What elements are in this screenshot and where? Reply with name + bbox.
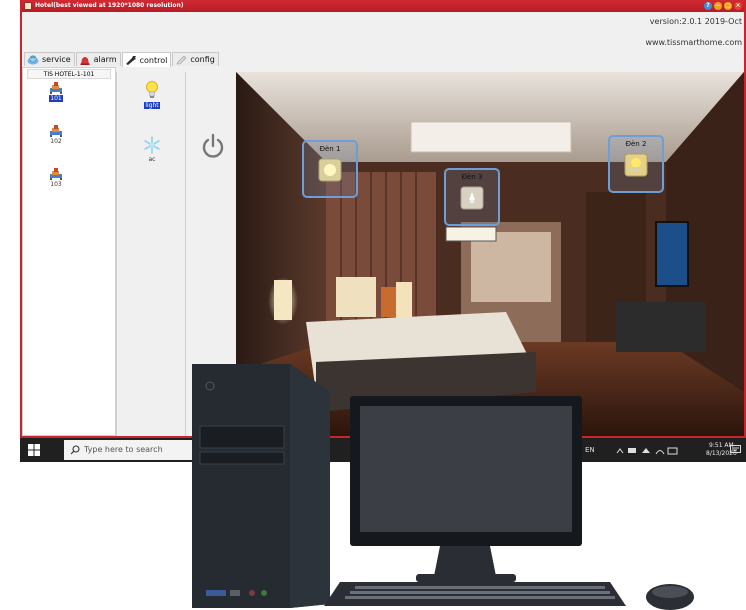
power-icon [202,133,224,158]
room-103[interactable]: 103 [41,168,71,188]
device-light[interactable]: light [137,80,167,109]
search-placeholder: Type here to search [84,445,163,454]
minimize-button[interactable]: − [714,2,722,10]
search-icon [70,445,80,455]
lamp-2-button[interactable]: Đèn 2 [608,135,664,193]
earth-icon [27,54,39,65]
help-icon[interactable]: ? [704,2,712,10]
hotel-header: TIS HOTEL-1-101 [27,69,111,79]
room-101[interactable]: 101 [41,82,71,102]
tab-label: alarm [93,55,117,64]
lamp-off-icon [460,186,484,210]
tab-control[interactable]: control [121,52,172,67]
wrench-icon [125,55,137,65]
device-label: light [144,102,160,109]
room-icon [49,82,63,94]
windows-start-icon[interactable] [28,444,40,456]
tab-alarm[interactable]: alarm [75,52,121,66]
tab-label: control [139,55,168,65]
device-label: ac [148,156,156,163]
lamp-on-icon [624,153,648,177]
lamp-3-button[interactable]: Đèn 3 [444,168,500,226]
tab-service[interactable]: service [24,52,75,66]
room-label: 101 [49,95,63,102]
room-label: 102 [50,138,62,145]
tab-label: config [190,55,215,64]
close-button[interactable]: × [734,2,742,10]
room-icon [49,125,63,137]
taskbar-search[interactable]: Type here to search [64,440,210,460]
lamp-label: Đèn 1 [319,145,341,153]
tab-label: service [42,55,71,64]
tab-config[interactable]: config [172,52,219,66]
snowflake-icon [137,136,167,156]
room-102[interactable]: 102 [41,125,71,145]
device-list-panel: light ac [116,72,186,436]
room-tree-panel: TIS HOTEL-1-101 101 102 103 [22,67,116,436]
lamp-1-button[interactable]: Đèn 1 [302,140,358,198]
room-label: 103 [50,181,62,188]
version-label: version:2.0.1 2019-Oct [649,17,742,26]
room-icon [49,168,63,180]
lightbulb-icon [137,80,167,102]
title-bar: Hotel(best viewed at 1920*1080 resolutio… [22,0,744,12]
device-ac[interactable]: ac [137,136,167,163]
window-title: Hotel(best viewed at 1920*1080 resolutio… [35,2,184,9]
power-button[interactable] [200,132,226,162]
app-icon [24,2,32,10]
alarm-icon [79,55,91,65]
lamp-on-icon [318,158,342,182]
main-tabs: service alarm control config [24,52,220,67]
lamp-label: Đèn 3 [461,173,483,181]
desktop-computer-illustration [192,364,694,610]
maximize-button[interactable]: □ [724,2,732,10]
pencil-icon [175,55,187,65]
website-label: www.tissmarthome.com [645,38,742,47]
lamp-label: Đèn 2 [625,140,647,148]
